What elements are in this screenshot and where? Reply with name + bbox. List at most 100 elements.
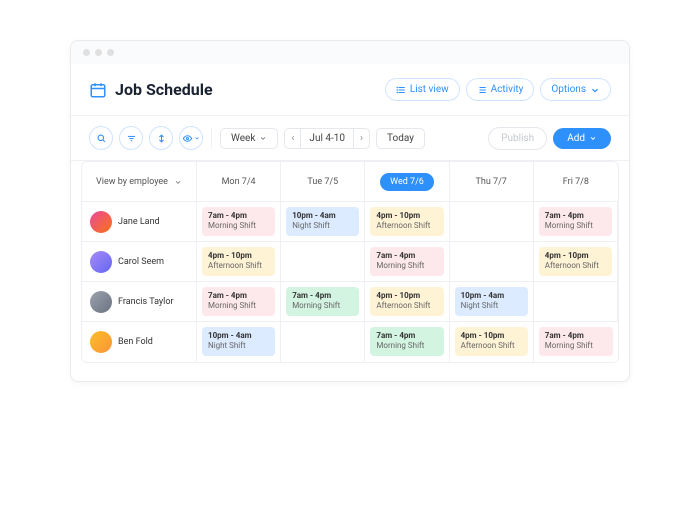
- traffic-dot: [95, 49, 102, 56]
- shift-cell[interactable]: [450, 242, 534, 282]
- shift-cell[interactable]: 4pm - 10pmAfternoon Shift: [365, 202, 449, 242]
- publish-button[interactable]: Publish: [488, 127, 547, 150]
- chevron-down-icon: [589, 134, 597, 142]
- separator: [211, 128, 212, 148]
- add-button[interactable]: Add: [553, 128, 611, 149]
- shift-time: 10pm - 4am: [292, 211, 353, 221]
- shift-time: 7am - 4pm: [376, 251, 437, 261]
- shift-time: 7am - 4pm: [208, 211, 269, 221]
- employee-cell[interactable]: Jane Land: [82, 202, 197, 242]
- next-button[interactable]: ›: [354, 129, 369, 148]
- shift-card[interactable]: 7am - 4pmMorning Shift: [539, 207, 612, 236]
- shift-time: 4pm - 10pm: [545, 251, 606, 261]
- app-window: Job Schedule List view Activity Options …: [70, 40, 630, 382]
- list-view-label: List view: [410, 84, 449, 95]
- day-header[interactable]: Wed 7/6: [365, 162, 449, 202]
- shift-cell[interactable]: 7am - 4pmMorning Shift: [197, 202, 281, 242]
- shift-cell[interactable]: 7am - 4pmMorning Shift: [534, 322, 618, 362]
- shift-card[interactable]: 7am - 4pmMorning Shift: [202, 287, 275, 316]
- shift-cell[interactable]: [281, 322, 365, 362]
- shift-time: 10pm - 4am: [208, 331, 269, 341]
- sort-icon: [156, 133, 167, 144]
- today-button[interactable]: Today: [376, 128, 425, 149]
- chevron-down-icon: [194, 135, 200, 141]
- shift-cell[interactable]: 7am - 4pmMorning Shift: [365, 242, 449, 282]
- shift-cell[interactable]: 4pm - 10pmAfternoon Shift: [534, 242, 618, 282]
- view-by-select[interactable]: View by employee: [82, 162, 197, 202]
- shift-card[interactable]: 4pm - 10pmAfternoon Shift: [539, 247, 612, 276]
- shift-card[interactable]: 7am - 4pmMorning Shift: [286, 287, 359, 316]
- shift-card[interactable]: 4pm - 10pmAfternoon Shift: [202, 247, 275, 276]
- shift-name: Morning Shift: [376, 341, 437, 351]
- shift-cell[interactable]: 10pm - 4amNight Shift: [197, 322, 281, 362]
- day-header[interactable]: Thu 7/7: [450, 162, 534, 202]
- shift-cell[interactable]: [281, 242, 365, 282]
- shift-cell[interactable]: 4pm - 10pmAfternoon Shift: [365, 282, 449, 322]
- shift-name: Afternoon Shift: [545, 261, 606, 271]
- shift-card[interactable]: 10pm - 4amNight Shift: [286, 207, 359, 236]
- day-label-active: Wed 7/6: [380, 173, 434, 191]
- filter-button[interactable]: [119, 126, 143, 150]
- shift-cell[interactable]: [534, 282, 618, 322]
- shift-cell[interactable]: 7am - 4pmMorning Shift: [365, 322, 449, 362]
- traffic-dot: [83, 49, 90, 56]
- shift-card[interactable]: 4pm - 10pmAfternoon Shift: [455, 327, 528, 356]
- add-label: Add: [567, 133, 585, 144]
- list-view-button[interactable]: List view: [385, 78, 460, 101]
- employee-cell[interactable]: Carol Seem: [82, 242, 197, 282]
- shift-name: Night Shift: [292, 221, 353, 231]
- date-navigator: ‹ Jul 4-10 ›: [284, 128, 370, 149]
- activity-label: Activity: [491, 84, 524, 95]
- day-header[interactable]: Tue 7/5: [281, 162, 365, 202]
- shift-cell[interactable]: 7am - 4pmMorning Shift: [197, 282, 281, 322]
- shift-cell[interactable]: 10pm - 4amNight Shift: [281, 202, 365, 242]
- shift-card[interactable]: 10pm - 4amNight Shift: [455, 287, 528, 316]
- search-icon: [96, 133, 107, 144]
- chevron-down-icon: [174, 178, 182, 186]
- header: Job Schedule List view Activity Options: [71, 64, 629, 115]
- shift-card[interactable]: 10pm - 4amNight Shift: [202, 327, 275, 356]
- shift-card[interactable]: 7am - 4pmMorning Shift: [370, 247, 443, 276]
- employee-name: Ben Fold: [118, 337, 153, 347]
- shift-time: 7am - 4pm: [545, 211, 606, 221]
- shift-cell[interactable]: [450, 202, 534, 242]
- schedule-grid: View by employeeMon 7/4Tue 7/5 Wed 7/6 Thu…: [81, 161, 619, 363]
- shift-time: 10pm - 4am: [461, 291, 522, 301]
- shift-name: Afternoon Shift: [376, 301, 437, 311]
- shift-card[interactable]: 7am - 4pmMorning Shift: [202, 207, 275, 236]
- day-header[interactable]: Fri 7/8: [534, 162, 618, 202]
- shift-cell[interactable]: 4pm - 10pmAfternoon Shift: [450, 322, 534, 362]
- shift-cell[interactable]: 7am - 4pmMorning Shift: [534, 202, 618, 242]
- shift-name: Afternoon Shift: [461, 341, 522, 351]
- shift-card[interactable]: 7am - 4pmMorning Shift: [539, 327, 613, 356]
- shift-cell[interactable]: 10pm - 4amNight Shift: [450, 282, 534, 322]
- shift-time: 7am - 4pm: [376, 331, 437, 341]
- shift-cell[interactable]: 4pm - 10pmAfternoon Shift: [197, 242, 281, 282]
- shift-time: 7am - 4pm: [545, 331, 607, 341]
- shift-card[interactable]: 4pm - 10pmAfternoon Shift: [370, 287, 443, 316]
- day-header[interactable]: Mon 7/4: [197, 162, 281, 202]
- visibility-button[interactable]: [179, 126, 203, 150]
- activity-button[interactable]: Activity: [466, 78, 535, 101]
- shift-time: 4pm - 10pm: [208, 251, 269, 261]
- shift-time: 7am - 4pm: [292, 291, 353, 301]
- shift-name: Morning Shift: [545, 221, 606, 231]
- options-label: Options: [551, 84, 586, 95]
- shift-time: 4pm - 10pm: [376, 291, 437, 301]
- shift-name: Afternoon Shift: [376, 221, 437, 231]
- shift-card[interactable]: 4pm - 10pmAfternoon Shift: [370, 207, 443, 236]
- employee-cell[interactable]: Francis Taylor: [82, 282, 197, 322]
- search-button[interactable]: [89, 126, 113, 150]
- shift-cell[interactable]: 7am - 4pmMorning Shift: [281, 282, 365, 322]
- calendar-icon: [89, 81, 107, 99]
- filter-icon: [126, 133, 137, 144]
- options-button[interactable]: Options: [540, 78, 611, 101]
- avatar: [90, 331, 112, 353]
- range-select[interactable]: Week: [220, 128, 278, 149]
- shift-card[interactable]: 7am - 4pmMorning Shift: [370, 327, 443, 356]
- employee-cell[interactable]: Ben Fold: [82, 322, 197, 362]
- shift-time: 4pm - 10pm: [376, 211, 437, 221]
- sort-button[interactable]: [149, 126, 173, 150]
- prev-button[interactable]: ‹: [285, 129, 300, 148]
- shift-name: Morning Shift: [208, 221, 269, 231]
